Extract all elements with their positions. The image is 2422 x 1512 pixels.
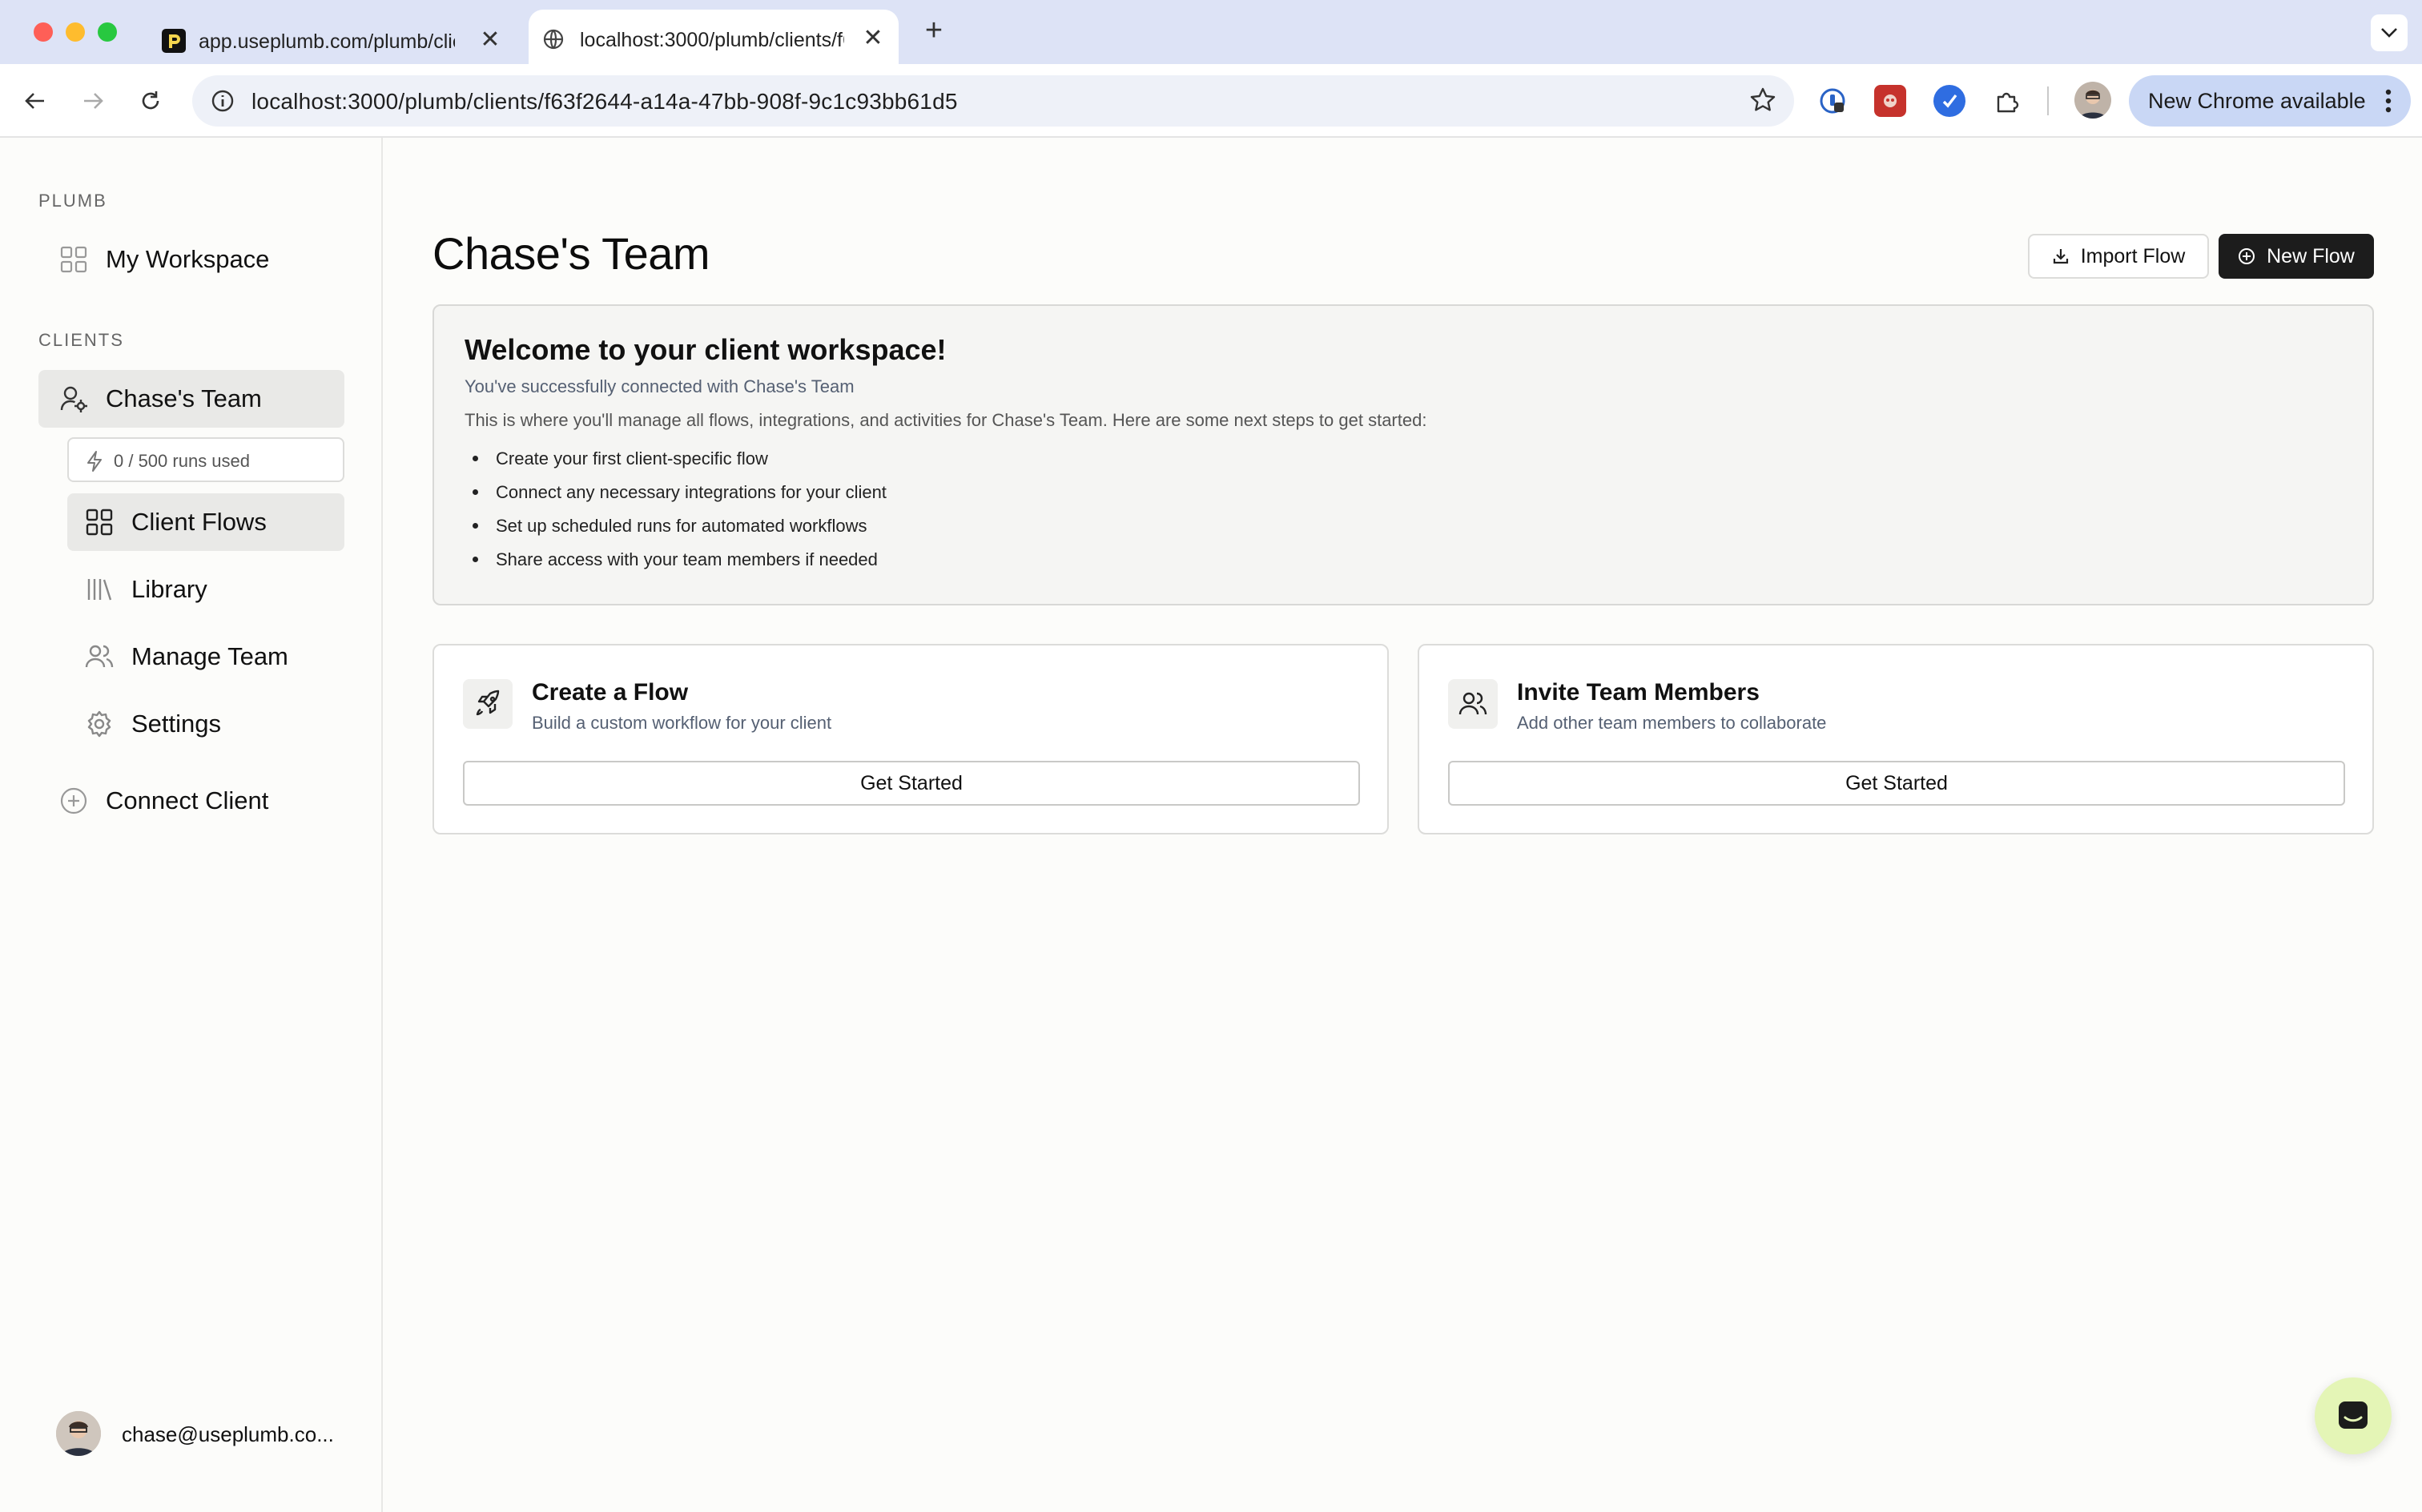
sidebar-item-label: Manage Team	[131, 642, 288, 670]
browser-tab-inactive[interactable]: app.useplumb.com/plumb/clients/f63f2644 …	[152, 11, 521, 64]
import-icon	[2053, 249, 2068, 264]
tab-close-icon[interactable]: ✕	[859, 24, 887, 53]
sidebar: PLUMB My Workspace CLIENTS Chase's Team …	[0, 138, 383, 1512]
sidebar-item-settings[interactable]: Settings	[67, 695, 344, 753]
users-icon	[83, 641, 115, 673]
runs-usage-badge: 0 / 500 runs used	[67, 437, 344, 482]
user-cog-icon	[58, 383, 90, 415]
welcome-panel: Welcome to your client workspace! You've…	[432, 304, 2374, 605]
sidebar-item-label: Connect Client	[106, 786, 269, 814]
create-flow-get-started-button[interactable]: Get Started	[463, 761, 1360, 806]
plumb-favicon-icon	[162, 29, 186, 53]
card-title: Create a Flow	[532, 679, 689, 706]
profile-avatar[interactable]	[2074, 82, 2111, 119]
window-close-control[interactable]	[34, 22, 53, 42]
forward-button[interactable]	[72, 80, 114, 122]
reload-button[interactable]	[130, 80, 171, 122]
sidebar-item-label: Settings	[131, 710, 222, 738]
chevron-down-icon	[2381, 28, 2397, 38]
rocket-icon	[463, 679, 513, 729]
bookmark-star-icon[interactable]	[1749, 86, 1776, 118]
browser-toolbar: localhost:3000/plumb/clients/f63f2644-a1…	[0, 64, 2422, 138]
sidebar-item-client-chases-team[interactable]: Chase's Team	[38, 370, 344, 428]
sidebar-item-connect-client[interactable]: Connect Client	[38, 772, 344, 830]
url-text: localhost:3000/plumb/clients/f63f2644-a1…	[251, 89, 958, 114]
zap-icon	[87, 451, 102, 472]
sidebar-item-label: Client Flows	[131, 508, 267, 536]
browser-tab-strip: app.useplumb.com/plumb/clients/f63f2644 …	[0, 0, 2422, 64]
page-title: Chase's Team	[432, 228, 710, 279]
new-chrome-label: New Chrome available	[2148, 89, 2366, 113]
sidebar-item-client-flows[interactable]: Client Flows	[67, 493, 344, 551]
grid-icon	[58, 243, 90, 275]
users-icon	[1448, 679, 1498, 729]
next-steps-list: Create your first client-specific flow C…	[465, 448, 887, 583]
list-item: Set up scheduled runs for automated work…	[465, 516, 887, 549]
list-item: Create your first client-specific flow	[465, 448, 887, 482]
sidebar-item-manage-team[interactable]: Manage Team	[67, 628, 344, 686]
sidebar-item-label: Library	[131, 575, 207, 603]
library-icon	[83, 573, 115, 605]
check-extension-icon[interactable]	[1933, 85, 1965, 117]
create-flow-card: Create a Flow Build a custom workflow fo…	[432, 644, 1389, 834]
list-item: Share access with your team members if n…	[465, 549, 887, 583]
address-bar[interactable]: localhost:3000/plumb/clients/f63f2644-a1…	[192, 75, 1794, 127]
tab-search-button[interactable]	[2371, 14, 2408, 51]
plus-circle-icon	[58, 785, 90, 817]
import-flow-label: Import Flow	[2080, 244, 2186, 267]
welcome-description: This is where you'll manage all flows, i…	[465, 410, 1427, 430]
invite-team-get-started-button[interactable]: Get Started	[1448, 761, 2345, 806]
user-avatar[interactable]	[56, 1411, 101, 1456]
new-flow-label: New Flow	[2267, 244, 2355, 267]
grid-icon	[83, 506, 115, 538]
invite-team-members-card: Invite Team Members Add other team membe…	[1418, 644, 2374, 834]
arrow-right-icon	[84, 93, 103, 109]
toolbar-divider	[2047, 86, 2049, 115]
tab-title: app.useplumb.com/plumb/clients/f63f2644	[199, 30, 455, 53]
tab-close-icon[interactable]: ✕	[476, 26, 505, 54]
sidebar-item-my-workspace[interactable]: My Workspace	[38, 231, 344, 288]
chat-launcher-button[interactable]	[2315, 1377, 2392, 1454]
back-button[interactable]	[14, 80, 56, 122]
arrow-left-icon	[25, 93, 44, 109]
globe-icon	[541, 27, 565, 51]
card-title: Invite Team Members	[1517, 679, 1760, 706]
window-zoom-control[interactable]	[98, 22, 117, 42]
section-label-clients: CLIENTS	[38, 330, 124, 350]
list-item: Connect any necessary integrations for y…	[465, 482, 887, 516]
password-manager-extension-icon[interactable]	[1816, 85, 1849, 117]
site-info-icon[interactable]	[210, 88, 235, 118]
plus-circle-icon	[2239, 248, 2255, 264]
import-flow-button[interactable]: Import Flow	[2028, 234, 2209, 279]
browser-tab-active[interactable]: localhost:3000/plumb/clients/f63f2644 ✕	[529, 10, 899, 64]
more-vert-icon	[2385, 89, 2392, 113]
new-chrome-available-button[interactable]: New Chrome available	[2129, 75, 2411, 127]
card-description: Add other team members to collaborate	[1517, 713, 1827, 733]
window-minimize-control[interactable]	[66, 22, 85, 42]
gear-icon	[83, 708, 115, 740]
extensions-puzzle-icon[interactable]	[1991, 85, 2023, 117]
sidebar-item-label: Chase's Team	[106, 384, 262, 412]
welcome-subtitle: You've successfully connected with Chase…	[465, 376, 855, 396]
reload-icon	[142, 91, 159, 110]
user-email[interactable]: chase@useplumb.co...	[122, 1422, 334, 1447]
runs-usage-text: 0 / 500 runs used	[114, 451, 251, 471]
welcome-heading: Welcome to your client workspace!	[465, 333, 947, 366]
chat-icon	[2339, 1401, 2368, 1429]
tab-title: localhost:3000/plumb/clients/f63f2644	[580, 29, 844, 51]
new-tab-button[interactable]: +	[918, 14, 950, 46]
red-extension-icon[interactable]	[1874, 85, 1906, 117]
sidebar-item-library[interactable]: Library	[67, 561, 344, 618]
sidebar-item-label: My Workspace	[106, 245, 270, 273]
new-flow-button[interactable]: New Flow	[2219, 234, 2374, 279]
card-description: Build a custom workflow for your client	[532, 713, 832, 733]
section-label-plumb: PLUMB	[38, 191, 107, 211]
